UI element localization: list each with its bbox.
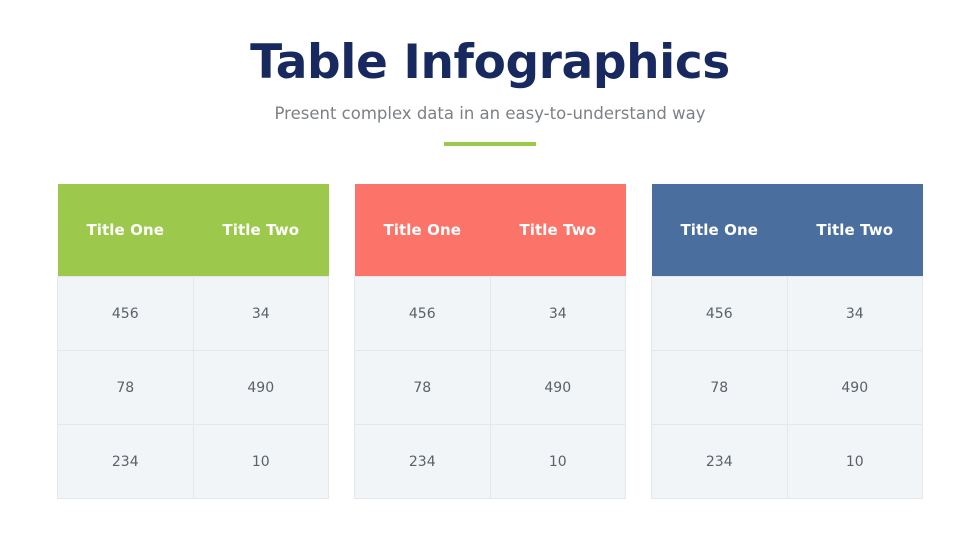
column-header[interactable]: Title One bbox=[57, 184, 193, 277]
table-row: 78 490 bbox=[651, 350, 923, 425]
table-row: 456 34 bbox=[57, 276, 329, 351]
column-header[interactable]: Title Two bbox=[490, 184, 626, 277]
column-header[interactable]: Title Two bbox=[787, 184, 923, 277]
data-table: Title One Title Two 456 34 78 490 234 10 bbox=[354, 184, 626, 499]
table-cell: 490 bbox=[489, 350, 626, 425]
table-header-row: Title One Title Two bbox=[354, 184, 626, 277]
table-cell: 234 bbox=[651, 424, 788, 499]
table-cell: 78 bbox=[57, 350, 194, 425]
table-cell: 234 bbox=[354, 424, 491, 499]
table-cell: 490 bbox=[192, 350, 329, 425]
table-card-coral-table: Title One Title Two 456 34 78 490 234 10 bbox=[354, 184, 626, 499]
table-cell: 490 bbox=[786, 350, 923, 425]
table-cell: 10 bbox=[489, 424, 626, 499]
table-cell: 34 bbox=[489, 276, 626, 351]
table-cell: 234 bbox=[57, 424, 194, 499]
table-cell: 78 bbox=[354, 350, 491, 425]
table-header-row: Title One Title Two bbox=[57, 184, 329, 277]
table-row: 456 34 bbox=[651, 276, 923, 351]
data-table: Title One Title Two 456 34 78 490 234 10 bbox=[651, 184, 923, 499]
table-row: 78 490 bbox=[354, 350, 626, 425]
table-cell: 10 bbox=[192, 424, 329, 499]
tables-container: Title One Title Two 456 34 78 490 234 10 Title O… bbox=[57, 184, 923, 499]
table-cell: 456 bbox=[354, 276, 491, 351]
table-card-green-table: Title One Title Two 456 34 78 490 234 10 bbox=[57, 184, 329, 499]
table-row: 456 34 bbox=[354, 276, 626, 351]
page-title: Table Infographics bbox=[250, 35, 730, 90]
slide-header: Table Infographics Present complex data … bbox=[0, 0, 980, 146]
table-row: 234 10 bbox=[651, 424, 923, 499]
data-table: Title One Title Two 456 34 78 490 234 10 bbox=[57, 184, 329, 499]
column-header[interactable]: Title One bbox=[354, 184, 490, 277]
title-accent-divider bbox=[444, 142, 536, 146]
table-card-blue-table: Title One Title Two 456 34 78 490 234 10 bbox=[651, 184, 923, 499]
table-cell: 456 bbox=[651, 276, 788, 351]
table-cell: 78 bbox=[651, 350, 788, 425]
table-row: 78 490 bbox=[57, 350, 329, 425]
table-cell: 456 bbox=[57, 276, 194, 351]
table-row: 234 10 bbox=[57, 424, 329, 499]
table-cell: 10 bbox=[786, 424, 923, 499]
slide-root: Table Infographics Present complex data … bbox=[0, 0, 980, 551]
table-header-row: Title One Title Two bbox=[651, 184, 923, 277]
table-cell: 34 bbox=[192, 276, 329, 351]
column-header[interactable]: Title One bbox=[651, 184, 787, 277]
page-subtitle: Present complex data in an easy-to-under… bbox=[274, 104, 706, 123]
table-cell: 34 bbox=[786, 276, 923, 351]
table-row: 234 10 bbox=[354, 424, 626, 499]
column-header[interactable]: Title Two bbox=[193, 184, 329, 277]
